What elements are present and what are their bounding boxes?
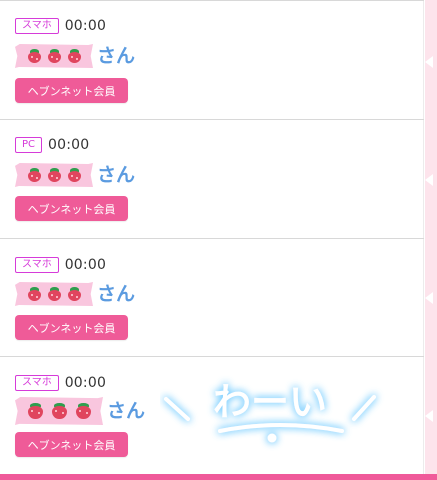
post-meta: スマホ 00:00	[15, 375, 106, 391]
strawberry-icon	[47, 287, 61, 301]
strawberry-icon	[27, 168, 41, 182]
strawberry-icon	[67, 287, 81, 301]
post-time: 00:00	[64, 18, 107, 34]
list-item: スマホ 00:00 さん ヘブンネット会員	[0, 0, 424, 119]
message-list: スマホ 00:00 さん ヘブンネット会員 PC 00:00 さん ヘブンネット…	[0, 0, 424, 474]
member-button[interactable]: ヘブンネット会員	[15, 432, 128, 457]
triangle-left-icon	[425, 292, 433, 304]
nickname-suffix: さん	[97, 163, 136, 186]
member-button[interactable]: ヘブンネット会員	[15, 196, 128, 221]
triangle-left-icon	[425, 174, 433, 186]
triangle-left-icon	[425, 56, 433, 68]
strawberry-icon	[67, 168, 81, 182]
strawberry-icon	[47, 168, 61, 182]
post-meta: スマホ 00:00	[15, 18, 106, 34]
nickname: さん	[15, 397, 145, 425]
stamp-waai: わーい	[164, 380, 376, 443]
member-button[interactable]: ヘブンネット会員	[15, 78, 128, 103]
nickname-suffix: さん	[97, 282, 136, 305]
nickname-mask	[15, 282, 93, 306]
device-badge: スマホ	[15, 18, 59, 34]
nickname: さん	[15, 44, 135, 68]
list-item: PC 00:00 さん ヘブンネット会員	[0, 119, 424, 238]
bottom-bar	[0, 474, 437, 480]
stamp-text: わーい	[213, 380, 327, 424]
nickname-suffix: さん	[97, 44, 136, 67]
nickname-mask	[15, 44, 93, 68]
post-time: 00:00	[64, 257, 107, 273]
post-time: 00:00	[64, 375, 107, 391]
nickname-mask	[15, 397, 103, 425]
strawberry-icon	[27, 403, 43, 419]
nickname-suffix: さん	[107, 399, 146, 422]
list-item: スマホ 00:00 さん ヘブンネット会員	[0, 238, 424, 356]
post-meta: PC 00:00	[15, 137, 89, 153]
member-button[interactable]: ヘブンネット会員	[15, 315, 128, 340]
triangle-left-icon	[425, 410, 433, 422]
post-meta: スマホ 00:00	[15, 257, 106, 273]
nickname: さん	[15, 163, 135, 187]
device-badge: PC	[15, 137, 43, 153]
device-badge: スマホ	[15, 257, 59, 273]
post-time: 00:00	[48, 137, 90, 153]
strawberry-icon	[51, 403, 67, 419]
strawberry-icon	[47, 49, 61, 63]
strawberry-icon	[67, 49, 81, 63]
strawberry-icon	[27, 287, 41, 301]
sidebar-rail	[425, 0, 437, 474]
nickname: さん	[15, 282, 135, 306]
nickname-mask	[15, 163, 93, 187]
device-badge: スマホ	[15, 375, 59, 391]
strawberry-icon	[27, 49, 41, 63]
strawberry-icon	[75, 403, 91, 419]
